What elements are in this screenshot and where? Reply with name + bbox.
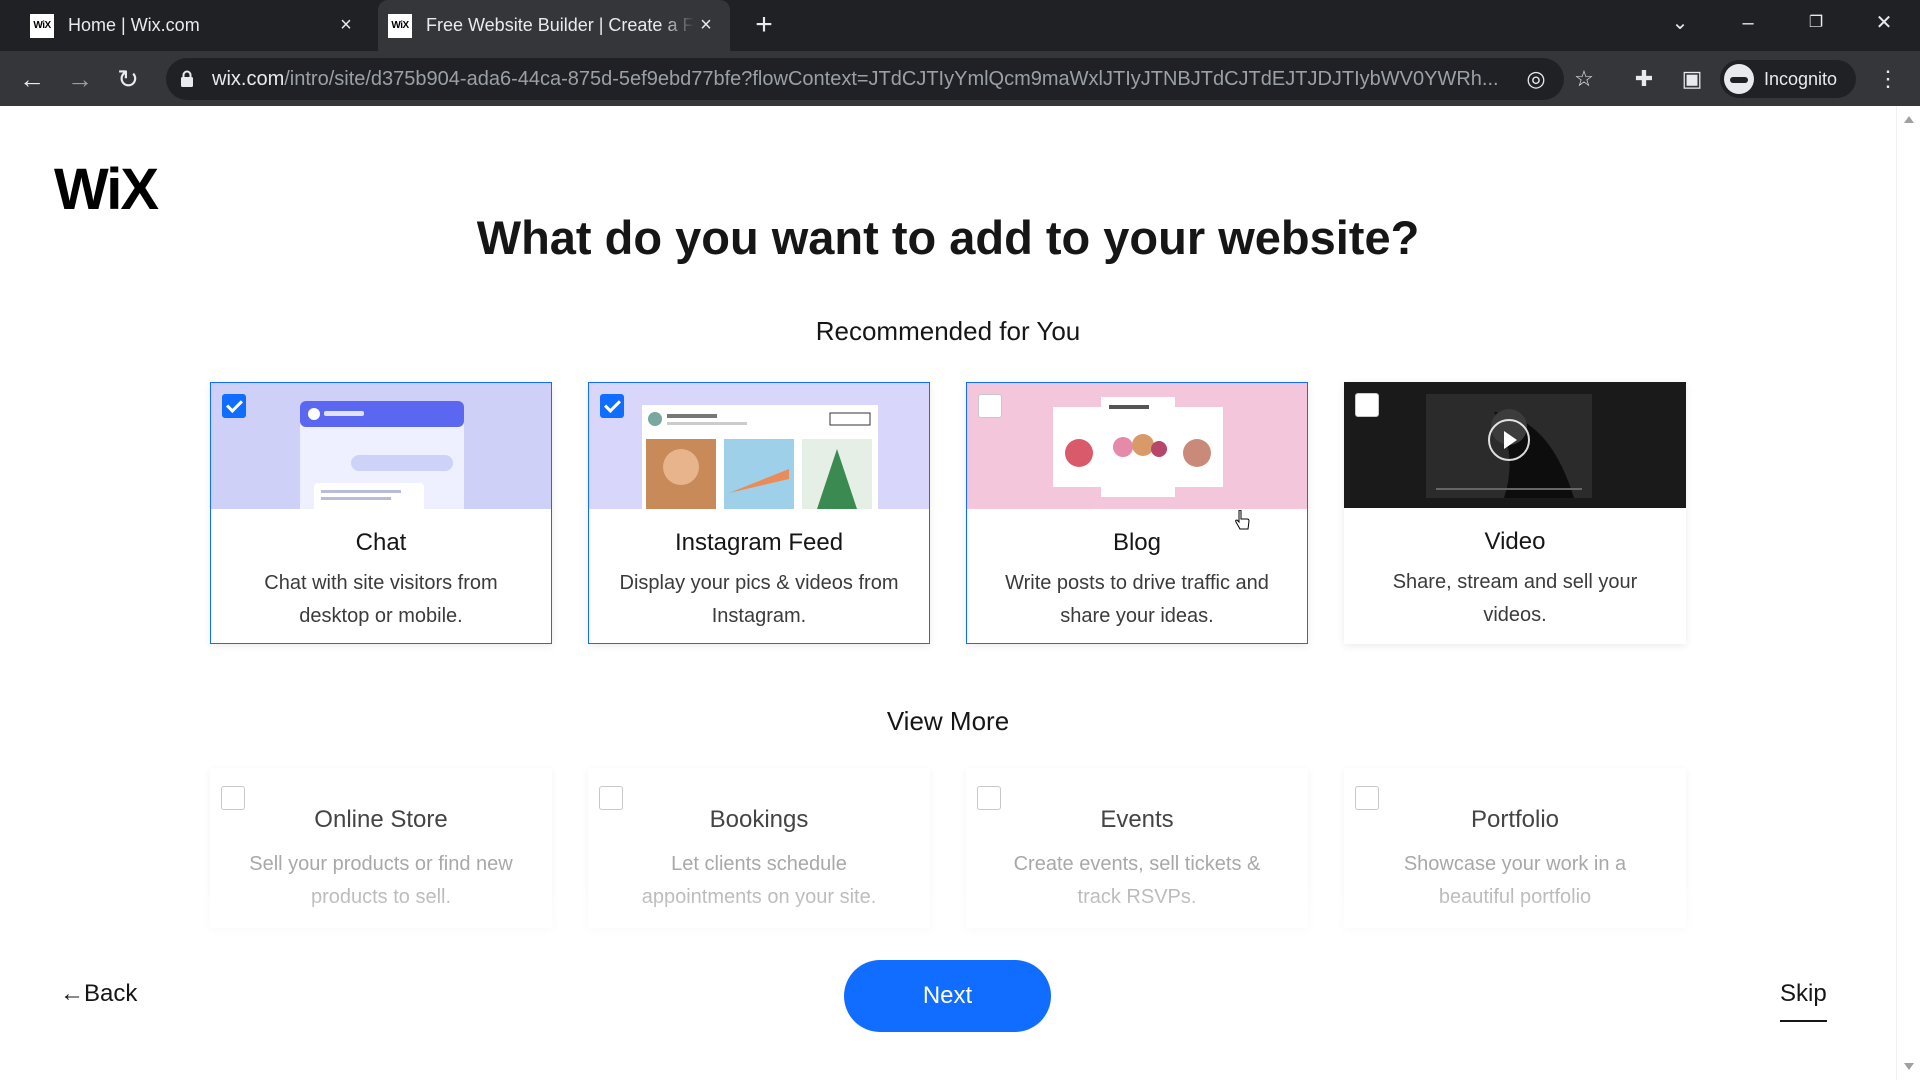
close-tab-icon[interactable]: × bbox=[336, 15, 356, 35]
back-icon[interactable]: ← bbox=[16, 63, 48, 95]
eye-off-icon[interactable]: ◎ bbox=[1522, 65, 1550, 93]
window-close-icon[interactable]: ✕ bbox=[1864, 8, 1904, 38]
extensions-icon[interactable]: ✚ bbox=[1630, 65, 1658, 93]
url-text[interactable]: wix.com/intro/site/d375b904-ada6-44ca-87… bbox=[212, 68, 1502, 91]
hand-cursor-icon bbox=[1235, 510, 1250, 530]
new-tab-icon[interactable]: + bbox=[750, 10, 778, 40]
next-button[interactable]: Next bbox=[844, 960, 1051, 1032]
feature-card-events[interactable]: Events Create events, sell tickets & tra… bbox=[966, 768, 1308, 928]
blog-preview-image bbox=[967, 383, 1307, 509]
wix-favicon-icon: WiX bbox=[30, 13, 54, 38]
feature-card-bookings[interactable]: Bookings Let clients schedule appointmen… bbox=[588, 768, 930, 928]
back-button[interactable]: ←Back bbox=[60, 980, 137, 1008]
browser-menu-icon[interactable]: ⋮ bbox=[1874, 65, 1902, 93]
checkbox-blog[interactable] bbox=[978, 394, 1002, 418]
wix-favicon-icon: WiX bbox=[388, 13, 412, 38]
card-description: Let clients schedule appointments on you… bbox=[641, 853, 877, 908]
card-title: Online Store bbox=[314, 806, 448, 833]
page-scrollbar[interactable] bbox=[1896, 106, 1920, 1080]
card-description: Sell your products or find new products … bbox=[249, 853, 513, 908]
tab-search-icon[interactable]: ⌄ bbox=[1660, 8, 1700, 38]
scroll-down-arrow-icon[interactable] bbox=[1904, 1063, 1914, 1070]
url-path: /intro/site/d375b904-ada6-44ca-875d-5ef9… bbox=[284, 68, 1499, 90]
chat-preview-image bbox=[211, 383, 551, 509]
card-description: Share, stream and sell your videos. bbox=[1392, 571, 1638, 626]
forward-icon[interactable]: → bbox=[64, 63, 96, 95]
card-title: Bookings bbox=[709, 806, 809, 833]
card-title: Blog bbox=[1112, 529, 1162, 556]
card-description: Write posts to drive traffic and share y… bbox=[1005, 572, 1269, 627]
card-description: Create events, sell tickets & track RSVP… bbox=[1013, 853, 1261, 908]
browser-tab-home[interactable]: WiX Home | Wix.com × bbox=[30, 0, 370, 51]
lock-icon bbox=[181, 70, 193, 87]
page-title: What do you want to add to your website? bbox=[476, 211, 1420, 264]
card-title: Events bbox=[1100, 806, 1174, 833]
card-description: Chat with site visitors from desktop or … bbox=[264, 572, 498, 627]
skip-button[interactable]: Skip bbox=[1780, 980, 1827, 1022]
card-title: Video bbox=[1484, 528, 1546, 555]
card-title: Chat bbox=[355, 529, 407, 556]
feature-card-blog[interactable]: Blog Write posts to drive traffic and sh… bbox=[966, 382, 1308, 644]
view-more-section-title: View More bbox=[886, 706, 1010, 736]
side-panel-icon[interactable]: ▣ bbox=[1678, 65, 1706, 93]
scroll-up-arrow-icon[interactable] bbox=[1904, 116, 1914, 123]
recommended-section-title: Recommended for You bbox=[815, 316, 1081, 346]
card-description: Display your pics & videos from Instagra… bbox=[619, 572, 899, 627]
checkbox-chat[interactable] bbox=[222, 394, 246, 418]
tab-title: Free Website Builder | Create a Free Web… bbox=[426, 15, 694, 35]
feature-card-online-store[interactable]: Online Store Sell your products or find … bbox=[210, 768, 552, 928]
restore-icon[interactable]: ❐ bbox=[1796, 8, 1836, 38]
url-host: wix.com bbox=[212, 68, 285, 90]
browser-tab-active[interactable]: WiX Free Website Builder | Create a Free… bbox=[378, 0, 730, 51]
star-icon[interactable]: ☆ bbox=[1570, 65, 1598, 93]
card-description: Showcase your work in a beautiful portfo… bbox=[1403, 853, 1627, 908]
feature-card-chat[interactable]: Chat Chat with site visitors from deskto… bbox=[210, 382, 552, 644]
incognito-label: Incognito bbox=[1764, 68, 1838, 89]
page-content: WiX What do you want to add to your webs… bbox=[0, 106, 1896, 1080]
reload-icon[interactable]: ↻ bbox=[112, 63, 144, 95]
browser-tabstrip: WiX Home | Wix.com × WiX Free Website Bu… bbox=[0, 0, 1920, 51]
minimize-icon[interactable]: – bbox=[1728, 8, 1768, 38]
tab-title: Home | Wix.com bbox=[68, 15, 200, 35]
card-title: Portfolio bbox=[1470, 806, 1560, 833]
incognito-icon bbox=[1724, 64, 1754, 94]
incognito-profile-button[interactable]: Incognito bbox=[1720, 60, 1856, 98]
checkbox-video[interactable] bbox=[1355, 393, 1379, 417]
feature-card-portfolio[interactable]: Portfolio Showcase your work in a beauti… bbox=[1344, 768, 1686, 928]
instagram-preview-image bbox=[589, 383, 929, 509]
feature-card-instagram-feed[interactable]: Instagram Feed Display your pics & video… bbox=[588, 382, 930, 644]
close-tab-icon[interactable]: × bbox=[696, 15, 716, 35]
video-preview-image bbox=[1344, 382, 1686, 508]
feature-card-video[interactable]: Video Share, stream and sell your videos… bbox=[1344, 382, 1686, 644]
browser-toolbar: ← → ↻ wix.com/intro/site/d375b904-ada6-4… bbox=[0, 51, 1920, 106]
card-title: Instagram Feed bbox=[674, 529, 844, 556]
checkbox-instagram-feed[interactable] bbox=[600, 394, 624, 418]
